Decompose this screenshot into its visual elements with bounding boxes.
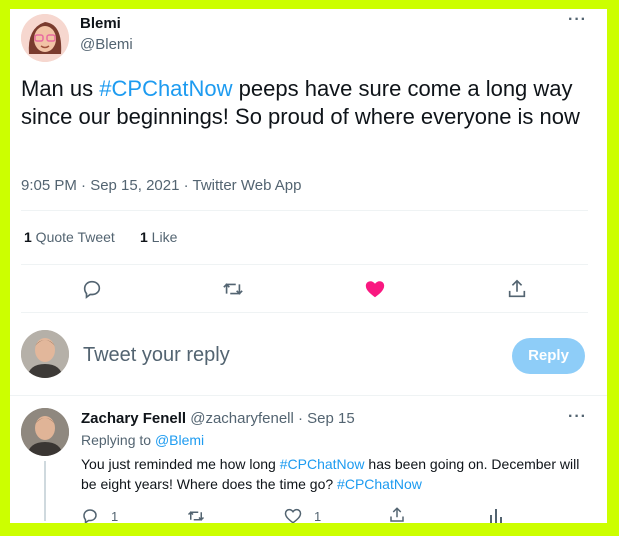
reply-button[interactable]: Reply xyxy=(512,338,585,374)
quote-label: Quote Tweet xyxy=(31,229,115,245)
reply-icon[interactable] xyxy=(81,507,99,523)
author-handle[interactable]: @Blemi xyxy=(80,36,133,53)
thread-line xyxy=(44,461,46,521)
user-avatar[interactable] xyxy=(21,330,69,378)
divider xyxy=(10,395,607,396)
quote-count: 1 xyxy=(24,229,32,245)
divider xyxy=(21,210,588,211)
heart-icon[interactable] xyxy=(284,507,302,523)
retweet-icon[interactable] xyxy=(186,507,206,523)
reply-author-name[interactable]: Zachary Fenell xyxy=(81,410,186,427)
reply-icon[interactable] xyxy=(81,278,103,300)
hashtag-link[interactable]: #CPChatNow xyxy=(280,456,365,472)
replying-to-label: Replying to xyxy=(81,432,155,448)
reply-count: 1 xyxy=(111,509,119,523)
quote-tweets-stat[interactable]: 1 Quote Tweet xyxy=(24,229,115,245)
reply-header: Zachary Fenell @zacharyfenell · Sep 15 xyxy=(81,410,355,427)
tweet-card: Blemi @Blemi ··· Man us #CPChatNow peeps… xyxy=(10,9,607,523)
like-label: Like xyxy=(147,229,178,245)
tweet-text-part: Man us xyxy=(21,76,100,101)
reply-text: You just reminded me how long #CPChatNow… xyxy=(81,454,591,494)
tweet-text: Man us #CPChatNow peeps have sure come a… xyxy=(21,75,581,131)
hashtag-link[interactable]: #CPChatNow xyxy=(337,476,422,492)
more-icon[interactable]: ··· xyxy=(568,11,587,29)
retweet-icon[interactable] xyxy=(221,278,245,300)
heart-icon[interactable] xyxy=(364,278,386,300)
hashtag-link[interactable]: #CPChatNow xyxy=(99,76,232,101)
divider xyxy=(21,264,588,265)
analytics-icon[interactable] xyxy=(488,507,504,523)
author-name[interactable]: Blemi xyxy=(80,15,121,32)
likes-stat[interactable]: 1 Like xyxy=(140,229,177,245)
divider xyxy=(21,312,588,313)
reply-author-avatar[interactable] xyxy=(21,408,69,456)
reply-input[interactable]: Tweet your reply xyxy=(83,344,230,367)
author-avatar[interactable] xyxy=(21,14,69,62)
share-icon[interactable] xyxy=(506,278,528,300)
share-icon[interactable] xyxy=(388,506,406,523)
reply-like-count: 1 xyxy=(314,509,322,523)
replying-to-link[interactable]: @Blemi xyxy=(155,432,204,448)
like-count: 1 xyxy=(140,229,148,245)
replying-to: Replying to @Blemi xyxy=(81,432,204,448)
more-icon[interactable]: ··· xyxy=(568,408,587,426)
reply-text-part: You just reminded me how long xyxy=(81,456,280,472)
reply-handle-time[interactable]: @zacharyfenell · Sep 15 xyxy=(190,410,354,427)
tweet-timestamp[interactable]: 9:05 PM · Sep 15, 2021 · Twitter Web App xyxy=(21,177,301,194)
